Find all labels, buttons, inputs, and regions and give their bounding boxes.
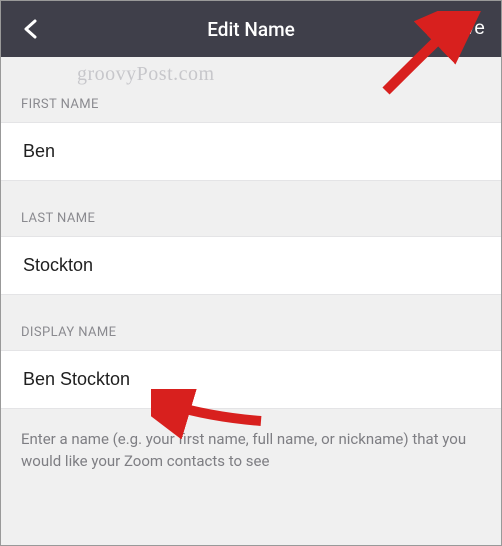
display-name-label: DISPLAY NAME bbox=[1, 295, 501, 350]
help-text: Enter a name (e.g. your first name, full… bbox=[1, 409, 501, 473]
back-button[interactable] bbox=[17, 15, 45, 43]
first-name-input[interactable] bbox=[23, 141, 479, 162]
display-name-row[interactable] bbox=[1, 350, 501, 409]
last-name-row[interactable] bbox=[1, 236, 501, 295]
last-name-input[interactable] bbox=[23, 255, 479, 276]
display-name-input[interactable] bbox=[23, 369, 479, 390]
last-name-label: LAST NAME bbox=[1, 181, 501, 236]
chevron-left-icon bbox=[22, 18, 40, 40]
header-bar: Edit Name Save bbox=[1, 1, 501, 57]
first-name-label: FIRST NAME bbox=[1, 57, 501, 122]
page-title: Edit Name bbox=[207, 18, 295, 41]
first-name-row[interactable] bbox=[1, 122, 501, 181]
save-button[interactable]: Save bbox=[442, 18, 485, 40]
